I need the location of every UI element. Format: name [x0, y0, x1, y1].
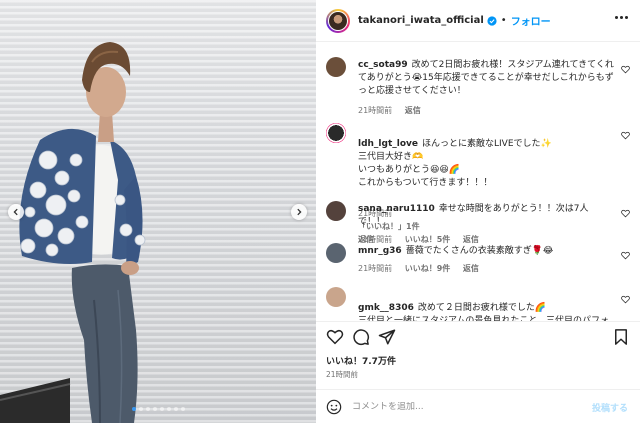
comment-item: cc_sota99 改めて2日間お疲れ様！スタジアム連れてきてくれてありがとう😭1… [326, 57, 630, 117]
emoji-icon[interactable] [326, 399, 342, 415]
comment-username[interactable]: mnr_g36 [358, 246, 402, 256]
carousel-dot [180, 407, 185, 411]
commenter-avatar[interactable] [326, 201, 346, 221]
carousel-dot [145, 407, 150, 411]
chevron-right-icon [297, 208, 302, 216]
carousel-dot [159, 407, 164, 411]
author-username[interactable]: takanori_iwata_official [358, 15, 484, 26]
comment-input[interactable] [352, 401, 582, 412]
post-image[interactable] [0, 0, 316, 423]
bookmark-icon[interactable] [612, 328, 630, 346]
next-slide-button[interactable] [291, 204, 307, 220]
carousel-dot [131, 407, 136, 411]
comment-likes[interactable]: いいね！9件 [405, 264, 451, 273]
comment-username[interactable]: cc_sota99 [358, 60, 408, 70]
header-separator: • [500, 15, 507, 26]
like-count[interactable]: いいね！7.7万件 [326, 354, 396, 367]
comment-like-icon[interactable] [621, 295, 630, 304]
carousel-indicator [0, 407, 316, 411]
commenter-avatar[interactable] [326, 287, 346, 307]
comment-time: 21時間前 [358, 106, 393, 115]
commenter-avatar[interactable] [326, 57, 346, 77]
chevron-left-icon [13, 208, 18, 216]
commenter-avatar[interactable] [326, 123, 346, 143]
comment-item: ldh_lgt_love ほんっとに素敵なLIVEでした✨ 三代目大好き🫶 いつも… [326, 123, 630, 244]
comment-like-icon[interactable] [621, 131, 630, 140]
comment-icon[interactable] [352, 328, 370, 346]
carousel-dot [138, 407, 143, 411]
comment-username[interactable]: ldh_lgt_love [358, 139, 418, 149]
more-options-icon[interactable] [615, 16, 628, 19]
comments-list[interactable]: cc_sota99 改めて2日間お疲れ様！スタジアム連れてきてくれてありがとう😭1… [316, 43, 640, 321]
share-icon[interactable] [378, 328, 396, 346]
post-comment-button[interactable]: 投稿する [592, 401, 628, 414]
commenter-avatar[interactable] [326, 243, 346, 263]
post-side-panel: takanori_iwata_official • フォロー cc_sota99… [316, 0, 640, 423]
comment-like-icon[interactable] [621, 209, 630, 218]
performer-photo [0, 42, 146, 423]
comment-time: 21時間前 [358, 264, 393, 273]
comment-item: sana_naru1110 幸せな時間をありがとう！！次は7人で！！ 21時間前 … [326, 201, 630, 244]
reply-button[interactable]: 返信 [463, 264, 479, 273]
carousel-dot [173, 407, 178, 411]
post-modal: takanori_iwata_official • フォロー cc_sota99… [0, 0, 640, 423]
comment-text: 薔薇でたくさんの衣装素敵すぎ🌹😂 [405, 246, 554, 256]
carousel-dot [152, 407, 157, 411]
comment-like-icon[interactable] [621, 251, 630, 260]
heart-icon[interactable] [326, 328, 344, 346]
post-timestamp: 21時間前 [326, 370, 359, 379]
verified-badge-icon [487, 15, 497, 26]
comment-item: gmk__8306 改めて２日間お疲れ様でした🌈 三代目と一緒にスタジアムの景色見… [326, 287, 630, 321]
post-header: takanori_iwata_official • フォロー [316, 0, 640, 42]
follow-button[interactable]: フォロー [511, 13, 551, 28]
previous-slide-button[interactable] [8, 204, 24, 220]
comment-username[interactable]: gmk__8306 [358, 303, 414, 313]
author-avatar[interactable] [326, 8, 350, 33]
comment-composer: 投稿する [316, 389, 640, 423]
comment-username[interactable]: sana_naru1110 [358, 204, 435, 214]
comment-item: mnr_g36 薔薇でたくさんの衣装素敵すぎ🌹😂 21時間前 いいね！9件 返信 [326, 243, 630, 279]
carousel-dot [166, 407, 171, 411]
reply-button[interactable]: 返信 [405, 106, 421, 115]
comment-like-icon[interactable] [621, 65, 630, 74]
post-actions: いいね！7.7万件 21時間前 [316, 321, 640, 389]
